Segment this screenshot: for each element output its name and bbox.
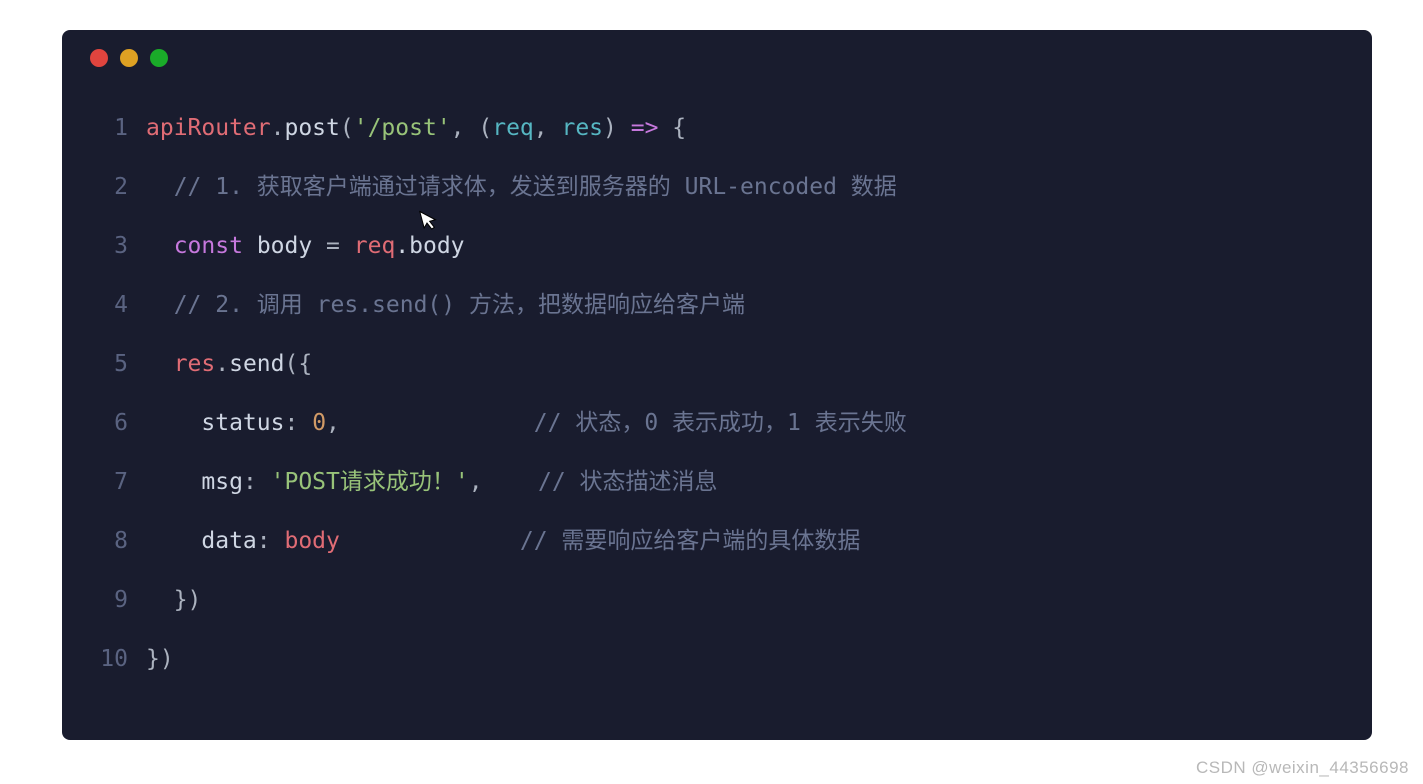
code-token: const: [174, 233, 243, 259]
watermark-text: CSDN @weixin_44356698: [1196, 758, 1409, 778]
code-token: apiRouter: [146, 115, 271, 141]
code-token: send: [229, 351, 284, 377]
code-token: 'POST请求成功！': [271, 469, 469, 495]
code-content[interactable]: }): [146, 584, 201, 616]
code-line[interactable]: 9 }): [62, 584, 1372, 643]
code-content[interactable]: const body = req.body: [146, 230, 465, 262]
line-number: 6: [62, 407, 146, 439]
code-editor-window: 1apiRouter.post('/post', (req, res) => {…: [62, 30, 1372, 740]
code-token: ,: [469, 469, 483, 495]
code-content[interactable]: status: 0, // 状态，0 表示成功，1 表示失败: [146, 407, 907, 439]
code-token: body: [284, 528, 339, 554]
code-token: data: [201, 528, 256, 554]
code-content[interactable]: data: body // 需要响应给客户端的具体数据: [146, 525, 860, 557]
code-content[interactable]: apiRouter.post('/post', (req, res) => {: [146, 112, 686, 144]
code-token: body: [257, 233, 312, 259]
line-number: 1: [62, 112, 146, 144]
code-token: post: [284, 115, 339, 141]
code-token: , (: [451, 115, 493, 141]
code-line[interactable]: 10}): [62, 643, 1372, 702]
code-token: // 2. 调用 res.send() 方法，把数据响应给客户端: [174, 292, 745, 318]
code-token: req: [354, 233, 396, 259]
code-line[interactable]: 7 msg: 'POST请求成功！', // 状态描述消息: [62, 466, 1372, 525]
code-line[interactable]: 2 // 1. 获取客户端通过请求体，发送到服务器的 URL-encoded 数…: [62, 171, 1372, 230]
line-number: 8: [62, 525, 146, 557]
code-token: .: [271, 115, 285, 141]
code-content[interactable]: // 1. 获取客户端通过请求体，发送到服务器的 URL-encoded 数据: [146, 171, 897, 203]
code-token: // 需要响应给客户端的具体数据: [520, 528, 861, 554]
maximize-icon[interactable]: [150, 49, 168, 67]
window-titlebar: [62, 30, 1372, 86]
code-token: =: [312, 233, 354, 259]
code-token: req: [492, 115, 534, 141]
code-token: '/post': [354, 115, 451, 141]
close-icon[interactable]: [90, 49, 108, 67]
code-token: }): [174, 587, 202, 613]
line-number: 7: [62, 466, 146, 498]
code-line[interactable]: 8 data: body // 需要响应给客户端的具体数据: [62, 525, 1372, 584]
code-token: }): [146, 646, 174, 672]
code-token: (: [340, 115, 354, 141]
line-number: 9: [62, 584, 146, 616]
line-number: 3: [62, 230, 146, 262]
code-token: status: [201, 410, 284, 436]
code-token: .: [215, 351, 229, 377]
code-token: msg: [201, 469, 243, 495]
code-token: // 1. 获取客户端通过请求体，发送到服务器的 URL-encoded 数据: [174, 174, 897, 200]
code-token: ,: [326, 410, 340, 436]
code-token: // 状态描述消息: [538, 469, 718, 495]
code-content[interactable]: // 2. 调用 res.send() 方法，把数据响应给客户端: [146, 289, 745, 321]
code-content[interactable]: }): [146, 643, 174, 675]
code-line[interactable]: 4 // 2. 调用 res.send() 方法，把数据响应给客户端: [62, 289, 1372, 348]
minimize-icon[interactable]: [120, 49, 138, 67]
code-token: :: [243, 469, 271, 495]
code-token: // 状态，0 表示成功，1 表示失败: [534, 410, 907, 436]
code-token: .body: [395, 233, 464, 259]
code-token: [340, 528, 520, 554]
code-token: ({: [285, 351, 313, 377]
code-token: res: [174, 351, 216, 377]
code-token: =>: [631, 115, 659, 141]
code-area[interactable]: 1apiRouter.post('/post', (req, res) => {…: [62, 86, 1372, 702]
code-token: 0: [312, 410, 326, 436]
code-token: {: [658, 115, 686, 141]
line-number: 10: [62, 643, 146, 675]
line-number: 4: [62, 289, 146, 321]
code-token: :: [284, 410, 312, 436]
code-line[interactable]: 1apiRouter.post('/post', (req, res) => {: [62, 112, 1372, 171]
code-token: res: [561, 115, 603, 141]
code-token: :: [257, 528, 285, 554]
code-token: [483, 469, 538, 495]
code-token: ): [603, 115, 631, 141]
code-token: [243, 233, 257, 259]
code-token: ,: [534, 115, 562, 141]
code-content[interactable]: msg: 'POST请求成功！', // 状态描述消息: [146, 466, 718, 498]
code-line[interactable]: 6 status: 0, // 状态，0 表示成功，1 表示失败: [62, 407, 1372, 466]
code-token: [340, 410, 534, 436]
line-number: 2: [62, 171, 146, 203]
line-number: 5: [62, 348, 146, 380]
code-content[interactable]: res.send({: [146, 348, 312, 380]
code-line[interactable]: 3 const body = req.body: [62, 230, 1372, 289]
code-line[interactable]: 5 res.send({: [62, 348, 1372, 407]
